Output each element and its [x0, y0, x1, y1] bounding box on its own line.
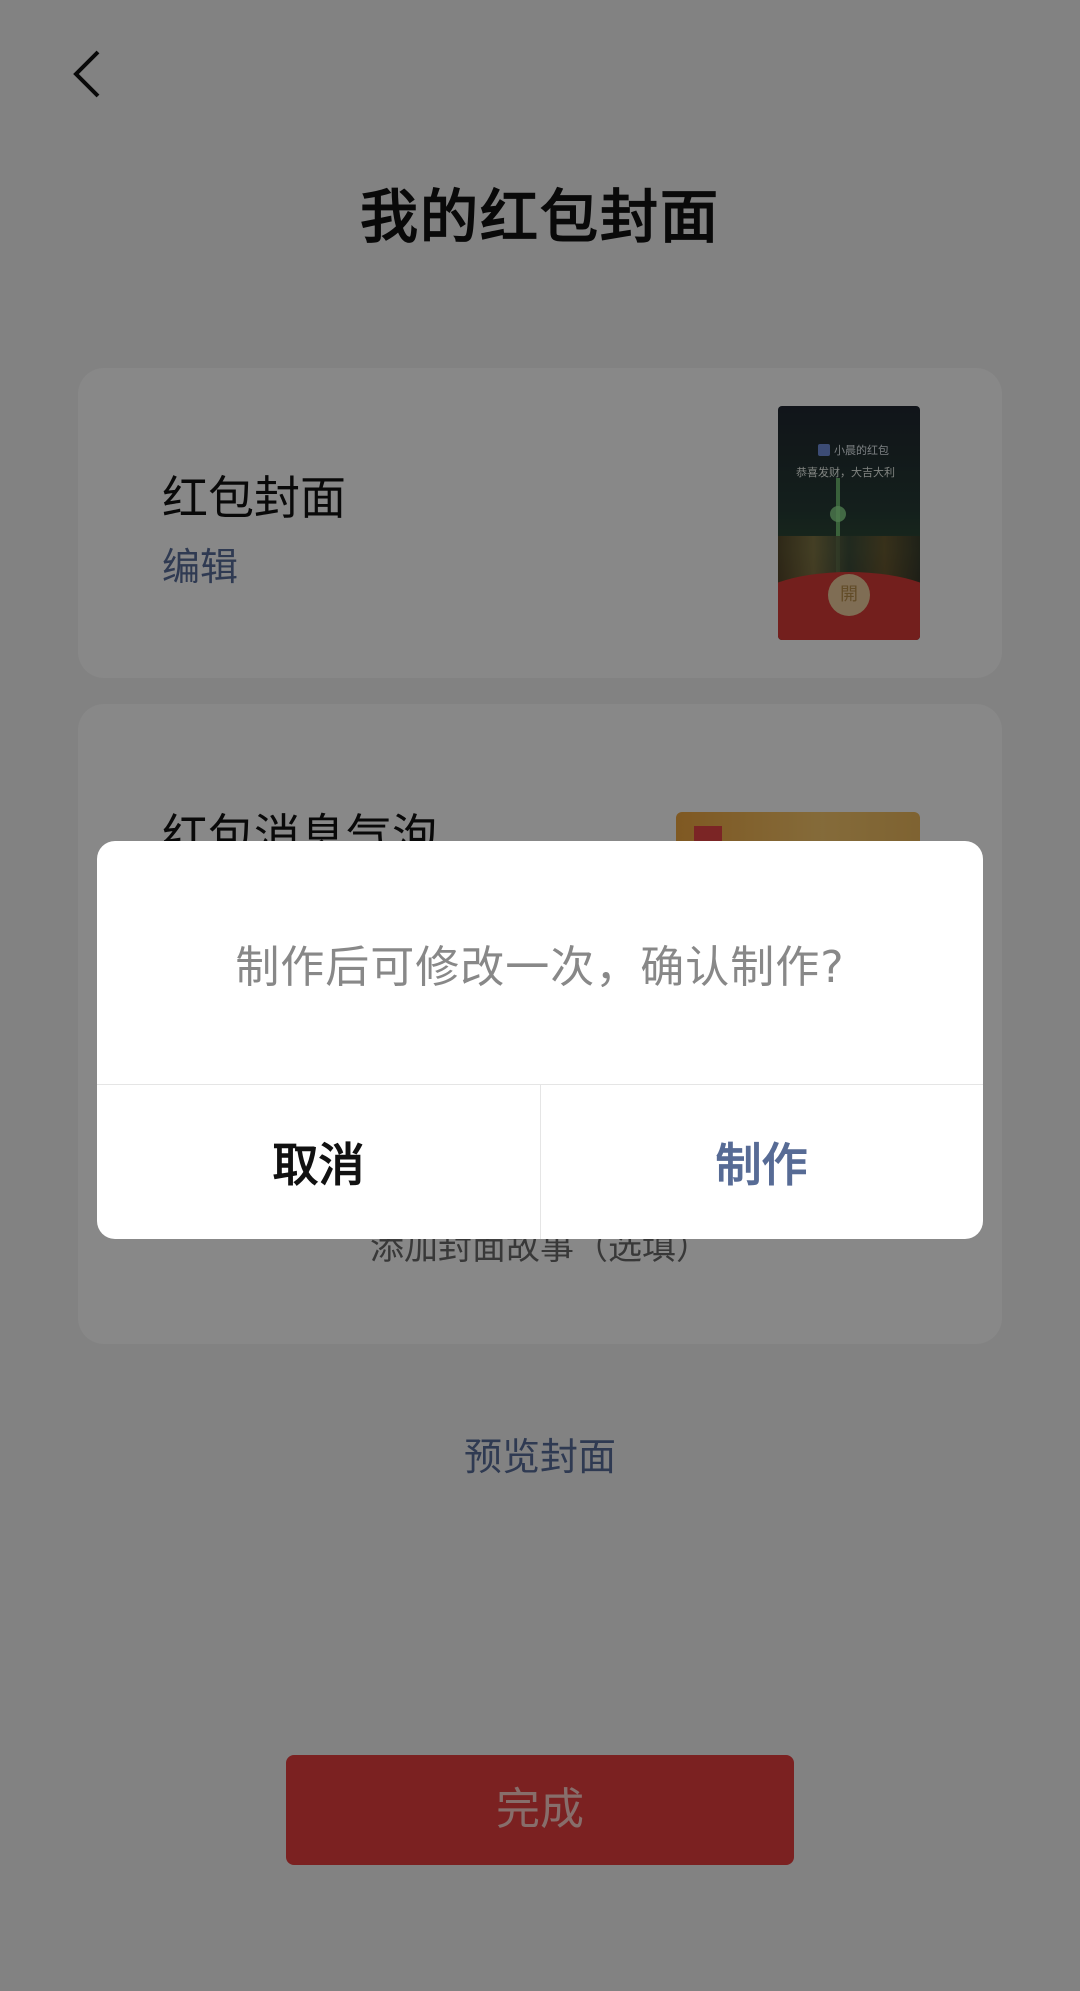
page: 我的红包封面 红包封面 编辑 小晨的红包 恭喜发财，大吉大利 開 红包消息气泡 …: [0, 0, 1080, 1991]
confirm-make-button[interactable]: 制作: [540, 1085, 983, 1239]
confirm-dialog: 制作后可修改一次，确认制作? 取消 制作: [97, 841, 983, 1239]
cancel-button[interactable]: 取消: [97, 1085, 540, 1239]
dialog-message: 制作后可修改一次，确认制作?: [235, 941, 845, 993]
